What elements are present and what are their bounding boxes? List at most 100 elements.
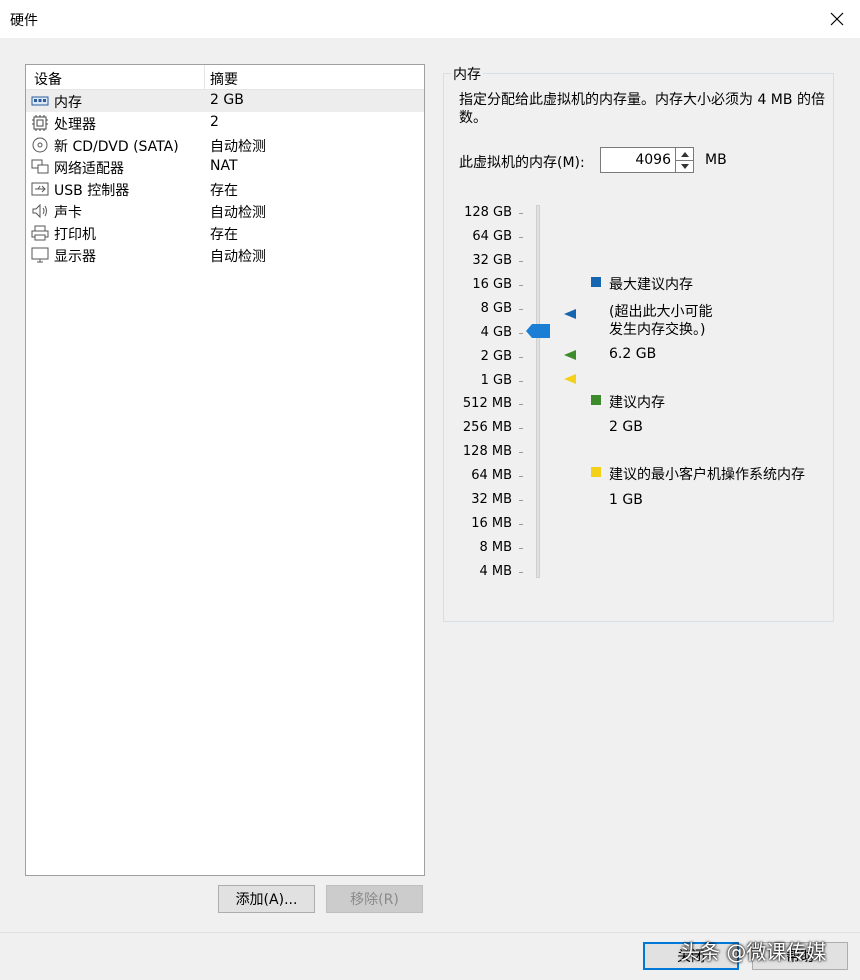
scale-tick bbox=[519, 213, 523, 214]
device-row-usb[interactable]: USB 控制器 存在 bbox=[26, 178, 424, 200]
device-row-network-adapter[interactable]: 网络适配器 NAT bbox=[26, 156, 424, 178]
scale-tick bbox=[519, 357, 523, 358]
min-legend-swatch bbox=[591, 467, 601, 477]
memory-input[interactable] bbox=[600, 147, 676, 173]
memory-description: 指定分配给此虚拟机的内存量。内存大小必须为 4 MB 的倍数。 bbox=[459, 92, 825, 126]
scale-label: 64 GB bbox=[472, 229, 512, 244]
device-row-sound-card[interactable]: 声卡 自动检测 bbox=[26, 200, 424, 222]
min-legend-value: 1 GB bbox=[609, 492, 643, 508]
device-summary: 存在 bbox=[210, 227, 238, 243]
scale-label: 16 MB bbox=[471, 516, 512, 531]
window-title: 硬件 bbox=[10, 13, 38, 29]
device-name: 打印机 bbox=[54, 227, 96, 243]
device-row-cd-dvd[interactable]: 新 CD/DVD (SATA) 自动检测 bbox=[26, 134, 424, 156]
device-summary: 2 GB bbox=[210, 92, 244, 108]
scale-tick bbox=[519, 381, 523, 382]
device-row-memory[interactable]: 内存 2 GB bbox=[26, 90, 424, 112]
scale-label: 128 GB bbox=[464, 205, 512, 220]
scale-label: 2 GB bbox=[480, 349, 512, 364]
title-bar: 硬件 bbox=[0, 0, 860, 38]
arrow-down-icon bbox=[680, 163, 689, 169]
scale-label: 4 GB bbox=[480, 325, 512, 340]
cd-dvd-icon bbox=[32, 137, 48, 153]
scale-label: 8 GB bbox=[480, 301, 512, 316]
device-summary: 存在 bbox=[210, 183, 238, 199]
device-name: 显示器 bbox=[54, 249, 96, 265]
device-row-monitor[interactable]: 显示器 自动检测 bbox=[26, 244, 424, 266]
add-button[interactable]: 添加(A)... bbox=[218, 885, 315, 913]
device-name: 网络适配器 bbox=[54, 161, 124, 177]
arrow-up-icon bbox=[680, 151, 689, 157]
device-row-processor[interactable]: 处理器 2 bbox=[26, 112, 424, 134]
list-header: 设备 摘要 bbox=[26, 65, 424, 90]
remove-button[interactable]: 移除(R) bbox=[326, 885, 423, 913]
min-recommended-marker-icon bbox=[564, 374, 576, 384]
processor-icon bbox=[32, 115, 48, 131]
printer-icon bbox=[31, 225, 49, 241]
memory-unit: MB bbox=[705, 152, 727, 168]
max-legend-title: 最大建议内存 bbox=[609, 277, 693, 293]
scale-tick bbox=[519, 500, 523, 501]
memory-spinner[interactable] bbox=[676, 147, 694, 173]
spin-down-button[interactable] bbox=[676, 160, 693, 172]
scale-label: 512 MB bbox=[462, 396, 512, 411]
scale-tick bbox=[519, 452, 523, 453]
memory-slider-thumb[interactable] bbox=[526, 324, 550, 338]
scale-label: 8 MB bbox=[479, 540, 512, 555]
close-button[interactable] bbox=[822, 4, 852, 34]
watermark: 头条 @微课传媒 bbox=[680, 940, 827, 964]
device-summary: 自动检测 bbox=[210, 249, 266, 265]
network-adapter-icon bbox=[31, 159, 49, 174]
device-summary: NAT bbox=[210, 158, 238, 174]
scale-label: 16 GB bbox=[472, 277, 512, 292]
device-summary: 自动检测 bbox=[210, 139, 266, 155]
max-legend-note-1: (超出此大小可能 bbox=[609, 304, 713, 320]
device-name: 新 CD/DVD (SATA) bbox=[54, 139, 179, 155]
device-name: USB 控制器 bbox=[54, 183, 130, 199]
memory-field-label: 此虚拟机的内存(M): bbox=[459, 155, 585, 171]
device-name: 声卡 bbox=[54, 205, 82, 221]
monitor-icon bbox=[31, 247, 49, 263]
scale-tick bbox=[519, 572, 523, 573]
usb-icon bbox=[31, 182, 49, 196]
max-recommended-marker-icon bbox=[564, 309, 576, 319]
device-list[interactable]: 设备 摘要 内存 2 GB 处理器 2 新 CD/DVD (SATA) 自动检测 bbox=[25, 64, 425, 876]
scale-label: 64 MB bbox=[471, 468, 512, 483]
device-summary: 自动检测 bbox=[210, 205, 266, 221]
max-legend-note-2: 发生内存交换。) bbox=[609, 322, 706, 338]
device-row-printer[interactable]: 打印机 存在 bbox=[26, 222, 424, 244]
min-legend-title: 建议的最小客户机操作系统内存 bbox=[609, 467, 805, 483]
scale-label: 32 GB bbox=[472, 253, 512, 268]
memory-icon bbox=[31, 96, 49, 106]
scale-tick bbox=[519, 261, 523, 262]
scale-tick bbox=[519, 309, 523, 310]
scale-label: 128 MB bbox=[462, 444, 512, 459]
scale-tick bbox=[519, 428, 523, 429]
scale-label: 256 MB bbox=[462, 420, 512, 435]
scale-tick bbox=[519, 285, 523, 286]
rec-legend-swatch bbox=[591, 395, 601, 405]
scale-tick bbox=[519, 524, 523, 525]
scale-tick bbox=[519, 476, 523, 477]
scale-tick bbox=[519, 237, 523, 238]
scale-tick bbox=[519, 548, 523, 549]
memory-slider-track[interactable] bbox=[536, 205, 540, 578]
device-summary: 2 bbox=[210, 114, 219, 130]
device-name: 处理器 bbox=[54, 117, 96, 133]
close-icon bbox=[830, 12, 844, 26]
scale-label: 32 MB bbox=[471, 492, 512, 507]
scale-label: 1 GB bbox=[480, 373, 512, 388]
header-device[interactable]: 设备 bbox=[34, 69, 62, 89]
max-legend-swatch bbox=[591, 277, 601, 287]
max-legend-value: 6.2 GB bbox=[609, 346, 657, 362]
device-name: 内存 bbox=[54, 95, 82, 111]
rec-legend-title: 建议内存 bbox=[609, 395, 665, 411]
scale-tick bbox=[519, 333, 523, 334]
header-summary[interactable]: 摘要 bbox=[210, 69, 238, 89]
scale-label: 4 MB bbox=[479, 564, 512, 579]
sound-card-icon bbox=[32, 203, 47, 219]
recommended-marker-icon bbox=[564, 350, 576, 360]
rec-legend-value: 2 GB bbox=[609, 419, 643, 435]
memory-group-title: 内存 bbox=[451, 64, 483, 84]
scale-tick bbox=[519, 404, 523, 405]
